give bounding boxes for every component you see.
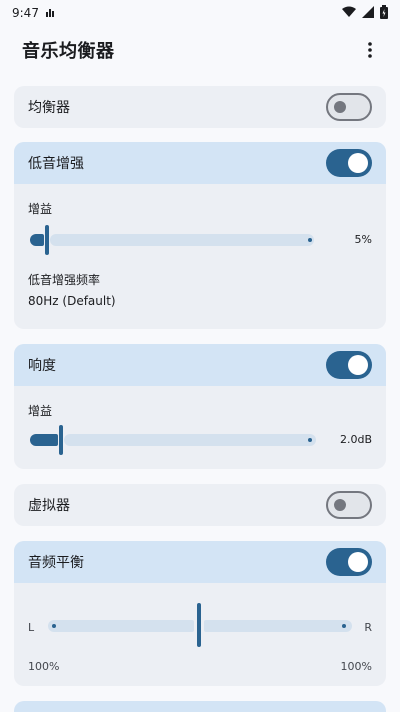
toggle-knob	[348, 153, 368, 173]
slider-thumb[interactable]	[59, 425, 63, 455]
bass-boost-frequency-label: 低音增强频率	[28, 273, 101, 287]
slider-inactive-track	[50, 234, 314, 246]
bass-boost-gain-slider[interactable]: 5%	[28, 225, 372, 255]
loudness-body: 增益 2.0dB	[14, 402, 386, 455]
balance-right-label: R	[364, 621, 372, 634]
bass-boost-header: 低音增强	[14, 142, 386, 184]
virtualizer-title: 虚拟器	[28, 498, 70, 514]
bass-boost-card: 低音增强 增益 5% 低音增强频率 80Hz (Default)	[14, 142, 386, 329]
slider-end-dot	[342, 624, 346, 628]
page-title: 音乐均衡器	[22, 41, 115, 62]
audio-balance-header: 音频平衡	[14, 541, 386, 583]
status-time: 9:47	[12, 6, 39, 20]
loudness-gain-slider[interactable]: 2.0dB	[28, 425, 372, 455]
slider-right-track	[204, 620, 352, 632]
bass-boost-title: 低音增强	[28, 156, 84, 172]
audio-balance-toggle[interactable]	[326, 548, 372, 576]
virtualizer-header: 虚拟器	[14, 484, 386, 526]
virtualizer-toggle[interactable]	[326, 491, 372, 519]
slider-active-track	[30, 234, 44, 246]
slider-active-track	[30, 434, 58, 446]
slider-thumb[interactable]	[197, 603, 201, 647]
slider-left-track	[48, 620, 194, 632]
slider-end-dot	[308, 438, 312, 442]
balance-right-value: 100%	[340, 660, 372, 673]
virtualizer-card: 虚拟器	[14, 484, 386, 526]
audio-balance-card: 音频平衡 L R 100% 100%	[14, 541, 386, 686]
toggle-knob	[348, 355, 368, 375]
more-options-button[interactable]	[358, 38, 382, 62]
slider-end-dot	[308, 238, 312, 242]
loudness-title: 响度	[28, 358, 56, 374]
battery-icon	[380, 4, 388, 22]
audio-balance-body: L R 100% 100%	[14, 583, 386, 686]
next-card	[14, 701, 386, 712]
loudness-header: 响度	[14, 344, 386, 386]
wifi-icon	[342, 6, 356, 21]
slider-start-dot	[52, 624, 56, 628]
app-bar: 音乐均衡器	[0, 26, 400, 74]
loudness-gain-label: 增益	[28, 404, 53, 418]
more-vert-icon	[368, 42, 372, 58]
balance-left-value: 100%	[28, 660, 60, 673]
cellular-icon	[362, 5, 374, 21]
loudness-toggle[interactable]	[326, 351, 372, 379]
bass-boost-toggle[interactable]	[326, 149, 372, 177]
equalizer-toggle[interactable]	[326, 93, 372, 121]
balance-left-label: L	[28, 621, 35, 634]
status-icons	[342, 4, 388, 22]
loudness-card: 响度 增益 2.0dB	[14, 344, 386, 469]
bass-boost-gain-label: 增益	[28, 202, 53, 216]
slider-inactive-track	[64, 434, 316, 446]
slider-thumb[interactable]	[45, 225, 49, 255]
audio-balance-slider[interactable]	[48, 603, 352, 647]
equalizer-title: 均衡器	[28, 100, 70, 116]
equalizer-card: 均衡器	[14, 86, 386, 128]
toggle-knob	[334, 101, 346, 113]
status-bar: 9:47	[0, 0, 400, 26]
audio-balance-title: 音频平衡	[28, 555, 84, 571]
signal-bars-icon	[45, 6, 55, 20]
toggle-knob	[348, 552, 368, 572]
bass-boost-frequency-value[interactable]: 80Hz (Default)	[28, 294, 372, 308]
bass-boost-gain-value: 5%	[354, 233, 372, 246]
bass-boost-body: 增益 5% 低音增强频率 80Hz (Default)	[14, 200, 386, 308]
toggle-knob	[334, 499, 346, 511]
loudness-gain-value: 2.0dB	[339, 433, 372, 446]
equalizer-header: 均衡器	[14, 86, 386, 128]
